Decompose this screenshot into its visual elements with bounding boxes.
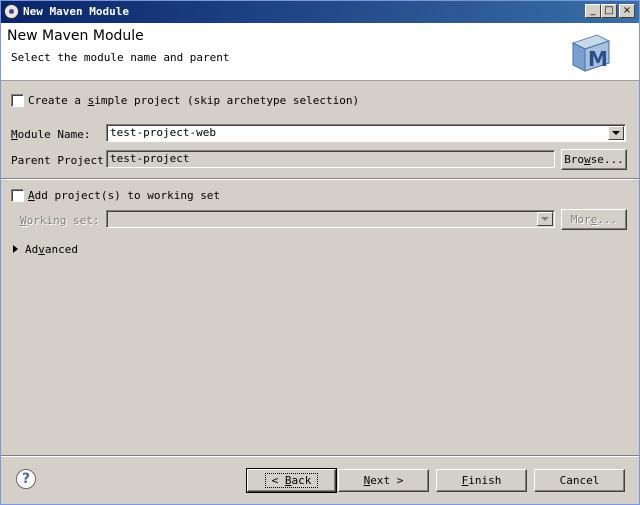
simple-project-label[interactable]: Create a simple project (skip archetype … bbox=[28, 94, 359, 107]
working-set-check-label[interactable]: Add project(s) to working set bbox=[28, 189, 220, 202]
wizard-header: New Maven Module Select the module name … bbox=[1, 23, 639, 81]
module-name-label: Module Name: bbox=[11, 128, 91, 141]
maven-logo-icon: M bbox=[571, 34, 611, 72]
back-button[interactable]: < Back bbox=[246, 468, 337, 493]
separator bbox=[1, 178, 639, 180]
footer-separator bbox=[1, 455, 639, 457]
wizard-window: New Maven Module _ □ × New Maven Module … bbox=[0, 0, 640, 505]
window-title: New Maven Module bbox=[23, 5, 129, 18]
working-set-dropdown-icon bbox=[537, 212, 553, 226]
simple-project-checkbox[interactable] bbox=[11, 94, 24, 107]
app-icon bbox=[4, 4, 19, 19]
minimize-button[interactable]: _ bbox=[585, 4, 601, 18]
working-set-label: Working set: bbox=[20, 214, 100, 227]
browse-button[interactable]: Browse... bbox=[561, 149, 627, 170]
page-subtitle: Select the module name and parent bbox=[11, 51, 230, 64]
title-bar[interactable]: New Maven Module _ □ × bbox=[1, 1, 639, 23]
working-set-checkbox[interactable] bbox=[11, 189, 24, 202]
parent-project-label: Parent Project: bbox=[11, 154, 111, 167]
module-name-value: test-project-web bbox=[110, 126, 216, 139]
more-button: More... bbox=[561, 209, 627, 230]
page-title: New Maven Module bbox=[7, 28, 144, 44]
svg-text:M: M bbox=[588, 47, 608, 71]
module-name-combo[interactable]: test-project-web bbox=[106, 124, 626, 142]
next-button[interactable]: Next > bbox=[338, 469, 429, 492]
cancel-button[interactable]: Cancel bbox=[534, 469, 625, 492]
parent-project-field: test-project bbox=[106, 150, 555, 168]
module-name-dropdown-icon[interactable] bbox=[608, 126, 624, 140]
working-set-combo bbox=[106, 210, 555, 228]
help-icon[interactable]: ? bbox=[16, 469, 36, 489]
advanced-section-label[interactable]: Advanced bbox=[25, 243, 78, 256]
expand-triangle-icon[interactable] bbox=[13, 245, 18, 253]
parent-project-value: test-project bbox=[110, 152, 190, 165]
close-button[interactable]: × bbox=[619, 4, 635, 18]
maximize-button[interactable]: □ bbox=[601, 4, 617, 18]
finish-button[interactable]: Finish bbox=[436, 469, 527, 492]
